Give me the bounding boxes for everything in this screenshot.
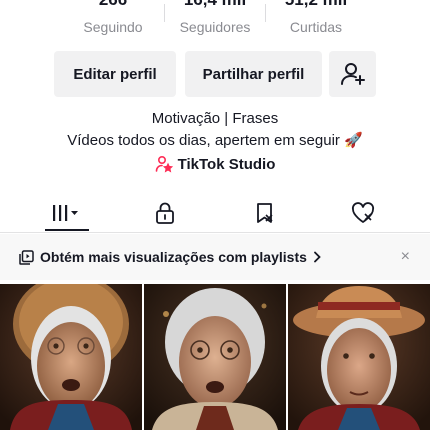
likes-stat[interactable]: 51,2 mil Curtidas	[261, 0, 371, 36]
playlist-icon	[19, 249, 34, 265]
close-banner-button[interactable]: ×	[401, 248, 410, 266]
lock-icon	[156, 202, 174, 224]
followers-label: Seguidores	[179, 19, 251, 35]
profile-stats: 266 Seguindo 16,4 mil Seguidores 51,2 mi…	[0, 0, 430, 40]
videos-grid-icon	[53, 205, 78, 221]
edit-profile-button[interactable]: Editar perfil	[54, 51, 176, 97]
likes-count: 51,2 mil	[261, 0, 371, 10]
add-person-icon	[340, 63, 365, 85]
profile-bio: Motivação | Frases Vídeos todos os dias,…	[0, 108, 430, 152]
bio-line-1: Motivação | Frases	[151, 110, 279, 127]
studio-person-star-icon	[155, 155, 173, 173]
tab-private[interactable]	[135, 193, 195, 233]
following-count: 266	[58, 0, 168, 10]
tab-saved[interactable]	[235, 193, 295, 233]
video-grid	[0, 284, 430, 430]
banner-text: Obtém mais visualizações com playlists	[40, 249, 307, 265]
studio-label: TikTok Studio	[177, 155, 276, 173]
add-friends-button[interactable]	[329, 51, 376, 97]
playlist-banner[interactable]: Obtém mais visualizações com playlists ×	[0, 234, 430, 280]
active-tab-indicator	[45, 229, 89, 231]
elderly-woman-hat-thumbnail	[288, 284, 430, 430]
saved-bookmark-icon	[257, 203, 273, 223]
following-stat[interactable]: 266 Seguindo	[58, 0, 168, 36]
liked-heart-icon	[351, 202, 375, 223]
profile-tabs	[0, 193, 430, 233]
video-thumbnail[interactable]	[144, 284, 286, 430]
elderly-woman-glasses-thumbnail	[144, 284, 286, 430]
tiktok-studio-link[interactable]: TikTok Studio	[0, 155, 430, 173]
share-profile-button[interactable]: Partilhar perfil	[185, 51, 322, 97]
tab-liked[interactable]	[333, 193, 393, 233]
bio-line-2: Vídeos todos os dias, apertem em seguir …	[67, 132, 363, 149]
tab-videos[interactable]	[36, 193, 96, 233]
video-thumbnail[interactable]	[288, 284, 430, 430]
video-thumbnail[interactable]	[0, 284, 142, 430]
followers-count: 16,4 mil	[160, 0, 270, 10]
chevron-right-icon	[314, 251, 321, 263]
followers-stat[interactable]: 16,4 mil Seguidores	[160, 0, 270, 36]
elderly-woman-headscarf-thumbnail	[0, 284, 142, 430]
likes-label: Curtidas	[289, 19, 343, 35]
following-label: Seguindo	[83, 19, 143, 35]
